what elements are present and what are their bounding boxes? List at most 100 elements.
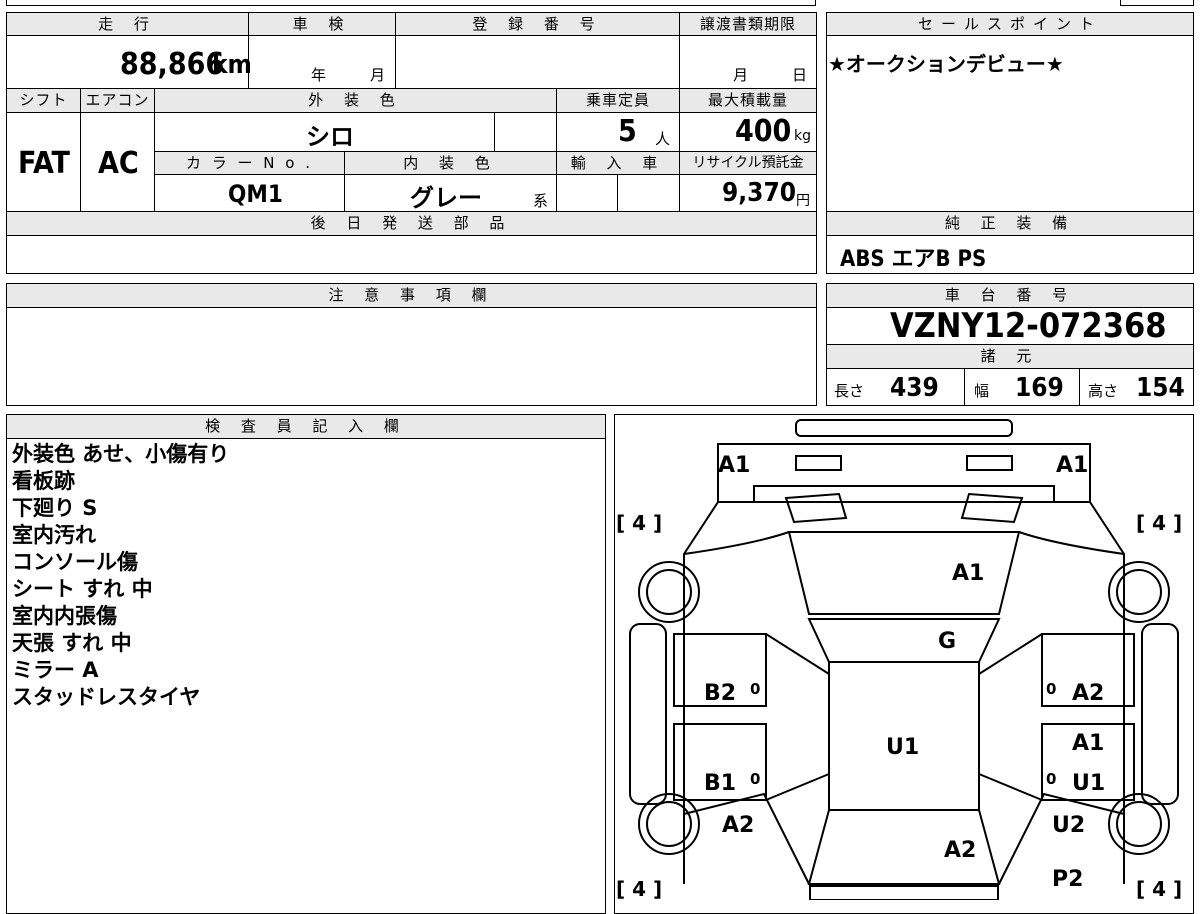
zero-mark: 0 <box>750 680 760 698</box>
inspector-note: 下廻り S <box>12 496 98 520</box>
later-parts-label: 後 日 発 送 部 品 <box>6 211 817 236</box>
mark-rear-glass: A2 <box>944 838 976 863</box>
interior-color-label: 内 装 色 <box>344 151 557 175</box>
spec-height-label: 高さ <box>1088 382 1119 400</box>
right-lamp-shape <box>960 492 1024 524</box>
inspector-note: ミラー A <box>12 658 99 682</box>
mark-rear-right: P2 <box>1052 867 1083 892</box>
spec-length-value: 439 <box>890 373 939 403</box>
mark-right-front-door: A2 <box>1072 681 1104 706</box>
mileage-label: 走 行 <box>6 12 249 36</box>
right-fender-arc <box>1018 531 1125 555</box>
inspector-note: 室内内張傷 <box>12 604 117 628</box>
mark-roof: U1 <box>886 735 919 760</box>
mark-right-rear-fender: U2 <box>1052 813 1085 838</box>
shaken-label: 車 検 <box>248 12 396 36</box>
top-partial-strip <box>6 0 816 6</box>
zero-mark: 0 <box>1046 770 1056 788</box>
mark-windshield: G <box>938 629 956 654</box>
capacity-label: 乗車定員 <box>556 88 680 113</box>
grille-shape <box>753 485 1055 502</box>
sales-point-box <box>826 12 1194 212</box>
zero-mark: 0 <box>750 770 760 788</box>
shift-value: FAT <box>18 146 70 181</box>
sales-point-label: セールスポイント <box>826 12 1194 36</box>
shaken-month-unit: 月 <box>370 66 386 84</box>
import-cell-right <box>617 174 680 212</box>
chassis-label: 車 台 番 号 <box>826 283 1194 308</box>
shift-label: シフト <box>6 88 81 113</box>
caution-label: 注 意 事 項 欄 <box>6 283 817 308</box>
mark-right-rear-door-upper: A1 <box>1072 731 1104 756</box>
inspector-note: 外装色 あせ、小傷有り <box>12 442 230 466</box>
zero-mark: 0 <box>1046 680 1056 698</box>
right-door-trim <box>978 633 1043 801</box>
capacity-value: 5 <box>618 114 637 149</box>
spec-width-value: 169 <box>1015 373 1064 403</box>
recycle-label: リサイクル預託金 <box>679 151 817 175</box>
mark-front-left: A1 <box>718 453 750 478</box>
interior-color-value: グレー <box>410 184 482 212</box>
windshield-shape <box>807 618 1001 663</box>
left-headlamp-shape <box>795 455 842 471</box>
transfer-month: 月 <box>733 66 749 84</box>
tire-front-right: [ 4 ] <box>1136 511 1182 535</box>
left-lamp-shape <box>784 492 848 524</box>
spec-length-label: 長さ <box>834 382 865 400</box>
tire-rear-right: [ 4 ] <box>1136 877 1182 900</box>
inspector-note: コンソール傷 <box>12 550 138 574</box>
left-sill-shape <box>629 623 667 805</box>
inspector-label: 検 査 員 記 入 欄 <box>6 414 606 439</box>
left-rear-fender-shape <box>683 792 810 885</box>
mark-right-rear-door: U1 <box>1072 771 1105 796</box>
aircon-value: AC <box>98 146 139 181</box>
inspector-note: 看板跡 <box>12 469 75 493</box>
chassis-value: VZNY12-072368 <box>890 306 1167 346</box>
registration-cell <box>395 35 680 89</box>
spec-height-value: 154 <box>1136 373 1185 403</box>
genuine-equipment-label: 純 正 装 備 <box>826 211 1194 236</box>
inspector-note: 天張 すれ 中 <box>12 631 132 655</box>
max-load-value: 400 <box>735 114 792 149</box>
mark-hood: A1 <box>952 561 984 586</box>
mark-left-front-door: B2 <box>704 681 736 706</box>
mark-left-rear-fender: A2 <box>722 813 754 838</box>
inspector-note: 室内汚れ <box>12 523 96 547</box>
sales-point-text: ★オークションデビュー★ <box>828 52 1064 76</box>
inspector-note: スタッドレスタイヤ <box>12 685 201 709</box>
car-damage-diagram: A1 A1 A1 G B2 A2 U1 A1 B1 U1 A2 U2 A2 P2… <box>616 419 1182 900</box>
recycle-value: 9,370 <box>722 178 796 208</box>
shaken-year-unit: 年 <box>311 66 327 84</box>
tire-front-left: [ 4 ] <box>616 511 662 535</box>
later-parts-cell <box>6 235 817 274</box>
interior-color-suffix: 系 <box>533 192 549 210</box>
exterior-color-value: シロ <box>306 123 354 151</box>
aircon-label: エアコン <box>80 88 155 113</box>
recycle-unit: 円 <box>796 193 810 209</box>
mileage-value: 88,866 <box>120 47 225 82</box>
transfer-deadline-label: 譲渡書類期限 <box>679 12 817 36</box>
front-bumper-shape <box>795 419 1013 437</box>
max-load-unit: kg <box>794 128 811 144</box>
hood-shape <box>787 531 1021 615</box>
registration-label: 登 録 番 号 <box>395 12 680 36</box>
top-partial-strip-right <box>1120 0 1194 6</box>
import-label: 輸 入 車 <box>556 151 680 175</box>
exterior-color-label: 外 装 色 <box>154 88 557 113</box>
mark-left-rear-door: B1 <box>704 771 736 796</box>
spec-width-label: 幅 <box>974 382 990 400</box>
mark-front-right: A1 <box>1056 453 1088 478</box>
inspector-notes: 外装色 あせ、小傷有り 看板跡 下廻り S 室内汚れ コンソール傷 シート すれ… <box>12 441 229 711</box>
right-headlamp-shape <box>966 455 1013 471</box>
front-panel-shape <box>717 443 1091 503</box>
color-no-value: QM1 <box>228 180 283 208</box>
genuine-equipment-text: ABS エアB PS <box>840 247 987 272</box>
left-door-trim <box>765 633 830 801</box>
capacity-unit: 人 <box>655 130 671 148</box>
rear-bumper-shape <box>809 885 999 900</box>
import-cell-left <box>556 174 618 212</box>
exterior-color-extra-cell <box>494 112 557 152</box>
transfer-day: 日 <box>792 66 808 84</box>
left-fender-arc <box>683 531 790 555</box>
tire-rear-left: [ 4 ] <box>616 877 662 900</box>
